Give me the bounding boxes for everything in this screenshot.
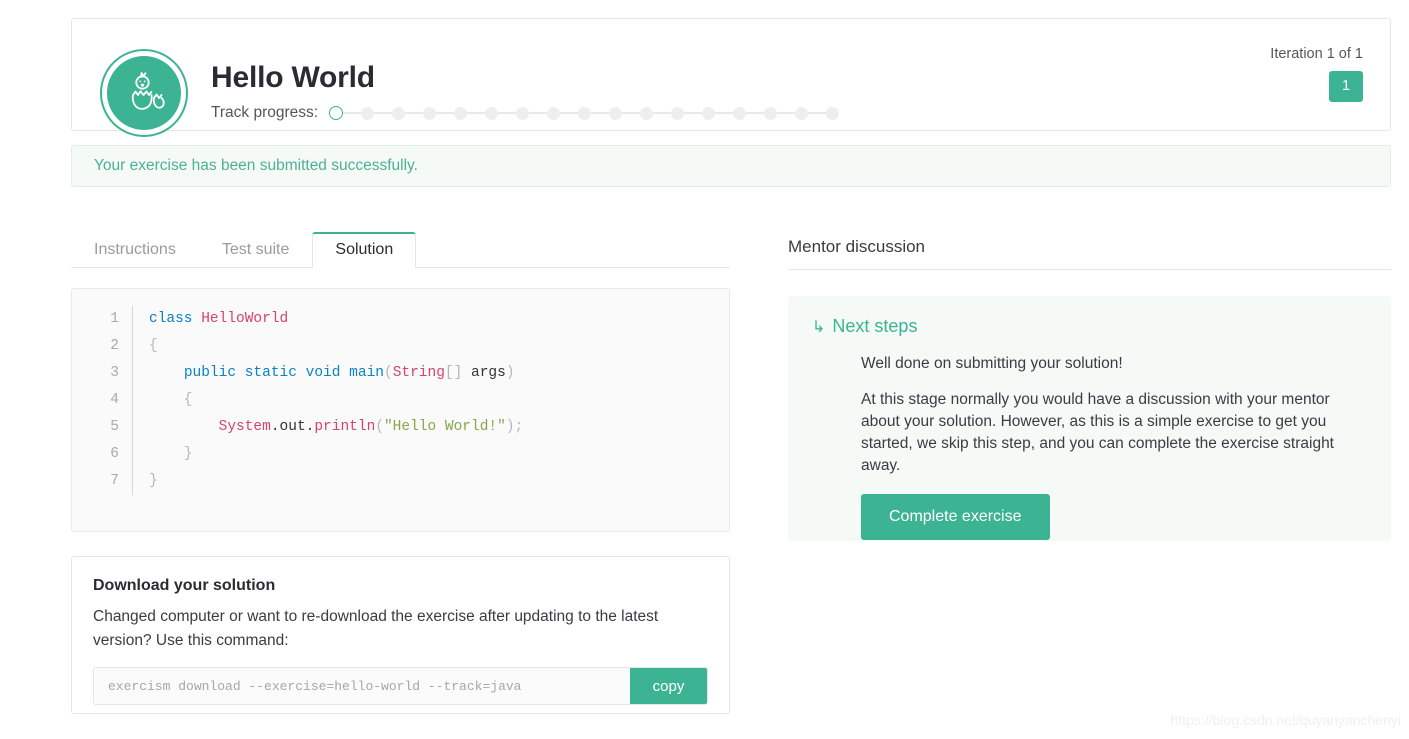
mentor-discussion-heading: Mentor discussion bbox=[788, 237, 1391, 270]
track-progress-connector bbox=[343, 112, 362, 114]
iteration-badge[interactable]: 1 bbox=[1329, 71, 1363, 102]
track-progress-connector bbox=[529, 112, 548, 114]
track-progress-dots bbox=[329, 106, 840, 120]
track-progress-connector bbox=[436, 112, 455, 114]
code-line: 5 System.out.println("Hello World!"); bbox=[72, 414, 524, 441]
track-progress-dot[interactable] bbox=[361, 106, 375, 120]
track-progress-dot[interactable] bbox=[795, 106, 809, 120]
download-command-input[interactable] bbox=[94, 668, 630, 704]
download-solution-card: Download your solution Changed computer … bbox=[71, 556, 730, 714]
code-line-number: 7 bbox=[72, 468, 133, 495]
track-progress-connector bbox=[715, 112, 734, 114]
next-steps-heading: ↳ Next steps bbox=[812, 316, 1367, 337]
flash-success-banner: Your exercise has been submitted success… bbox=[71, 145, 1391, 187]
code-line: 4 { bbox=[72, 387, 524, 414]
iteration-info: Iteration 1 of 1 1 bbox=[1270, 46, 1363, 102]
code-listing: 1 class HelloWorld 2{3 public static void … bbox=[72, 306, 524, 495]
code-line-source: } bbox=[149, 446, 193, 462]
watermark: https://blog.csdn.net/quyanyanchenyi bbox=[1170, 712, 1401, 728]
track-progress-connector bbox=[560, 112, 579, 114]
mentor-body: Well done on submitting your solution! A… bbox=[812, 353, 1367, 540]
track-progress-dot[interactable] bbox=[764, 106, 778, 120]
tab-instructions[interactable]: Instructions bbox=[71, 232, 199, 268]
track-progress-label: Track progress: bbox=[211, 104, 319, 121]
track-progress-dot[interactable] bbox=[609, 106, 623, 120]
tab-solution[interactable]: Solution bbox=[312, 232, 417, 268]
track-progress-connector bbox=[808, 112, 827, 114]
track-progress-dot[interactable] bbox=[392, 106, 406, 120]
page-title: Hello World bbox=[211, 61, 375, 94]
solution-code-panel: 1 class HelloWorld 2{3 public static void … bbox=[71, 288, 730, 532]
track-progress-dot[interactable] bbox=[578, 106, 592, 120]
hatching-chick-icon bbox=[107, 56, 181, 130]
code-line-number: 5 bbox=[72, 414, 133, 441]
mentor-discussion-panel: ↳ Next steps Well done on submitting you… bbox=[788, 296, 1391, 541]
track-progress-dot[interactable] bbox=[733, 106, 747, 120]
code-line: 3 public static void main(String[] args) bbox=[72, 360, 524, 387]
code-line-number: 6 bbox=[72, 441, 133, 468]
next-steps-title: Next steps bbox=[832, 316, 918, 336]
complete-exercise-button[interactable]: Complete exercise bbox=[861, 494, 1050, 540]
code-line-source: { bbox=[149, 338, 158, 354]
mentor-paragraph: Well done on submitting your solution! bbox=[861, 355, 1123, 372]
track-progress-dot[interactable] bbox=[640, 106, 654, 120]
iteration-label: Iteration 1 of 1 bbox=[1270, 46, 1363, 62]
exercise-tabs: Instructions Test suite Solution bbox=[71, 231, 730, 268]
code-line-number: 3 bbox=[72, 360, 133, 387]
track-progress-connector bbox=[777, 112, 796, 114]
flash-message: Your exercise has been submitted success… bbox=[94, 157, 418, 174]
track-progress-connector bbox=[405, 112, 424, 114]
avatar bbox=[100, 49, 188, 137]
mentor-paragraph: At this stage normally you would have a … bbox=[861, 391, 1334, 474]
code-line-source: System.out.println("Hello World!"); bbox=[218, 419, 524, 435]
track-progress-connector bbox=[591, 112, 610, 114]
code-line-number: 2 bbox=[72, 333, 133, 360]
track-progress-dot[interactable] bbox=[671, 106, 685, 120]
code-line: 2{ bbox=[72, 333, 524, 360]
code-line-source: } bbox=[149, 473, 158, 489]
code-line-number: 4 bbox=[72, 387, 133, 414]
track-progress-connector bbox=[467, 112, 486, 114]
track-progress-dot[interactable] bbox=[826, 106, 840, 120]
track-progress-connector bbox=[374, 112, 393, 114]
code-line-source: { bbox=[149, 392, 193, 408]
track-progress-dot[interactable] bbox=[547, 106, 561, 120]
track-progress-dot[interactable] bbox=[423, 106, 437, 120]
track-progress-dot[interactable] bbox=[516, 106, 530, 120]
track-progress-dot[interactable] bbox=[702, 106, 716, 120]
code-line-source: class HelloWorld bbox=[149, 311, 289, 327]
download-title: Download your solution bbox=[93, 577, 276, 594]
copy-command-button[interactable]: copy bbox=[630, 668, 707, 704]
track-progress-connector bbox=[653, 112, 672, 114]
download-command-row: copy bbox=[93, 667, 708, 705]
code-line-number: 1 bbox=[72, 306, 133, 333]
code-line-source: public static void main(String[] args) bbox=[183, 365, 515, 381]
track-progress-dot[interactable] bbox=[329, 106, 344, 120]
track-progress-connector bbox=[498, 112, 517, 114]
code-line: 6 } bbox=[72, 441, 524, 468]
code-line: 1 class HelloWorld bbox=[72, 306, 524, 333]
down-right-arrow-icon: ↳ bbox=[812, 319, 826, 336]
tab-test-suite[interactable]: Test suite bbox=[199, 232, 313, 268]
track-progress-connector bbox=[746, 112, 765, 114]
exercise-header-card: Hello World Track progress: Iteration 1 … bbox=[71, 18, 1391, 137]
code-line: 7} bbox=[72, 468, 524, 495]
track-progress: Track progress: bbox=[211, 104, 840, 122]
track-progress-dot[interactable] bbox=[454, 106, 468, 120]
track-progress-dot[interactable] bbox=[485, 106, 499, 120]
track-progress-connector bbox=[684, 112, 703, 114]
track-progress-connector bbox=[622, 112, 641, 114]
download-description: Changed computer or want to re-download … bbox=[93, 608, 659, 649]
